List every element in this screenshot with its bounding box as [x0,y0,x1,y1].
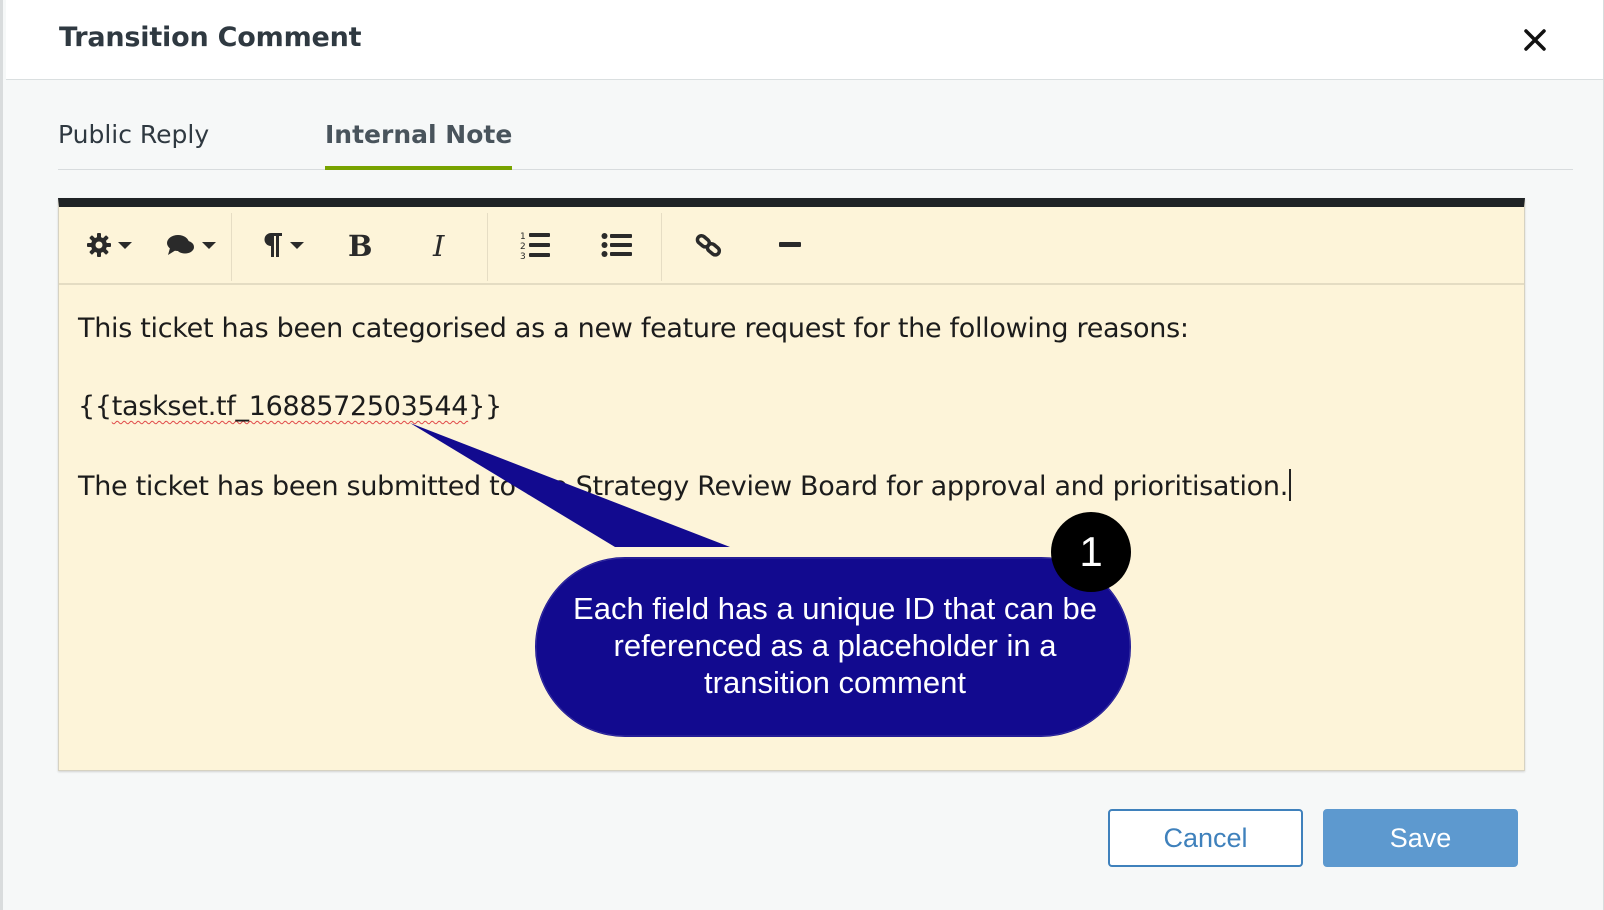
comment-line: This ticket has been categorised as a ne… [78,313,1189,344]
unordered-list-button[interactable] [597,225,637,265]
comment-line: The ticket has been submitted to the Str… [78,469,1291,502]
svg-text:2: 2 [520,242,526,252]
toolbar-divider [231,213,232,281]
unordered-list-icon [601,233,632,257]
transition-comment-dialog: Transition Comment Public Reply Internal… [0,0,1604,910]
ordered-list-icon: 1 2 3 [520,232,550,260]
dialog-header: Transition Comment [6,0,1603,80]
gear-icon [87,233,111,257]
link-icon [695,233,722,257]
placeholder-close-braces: }} [468,391,502,422]
svg-text:1: 1 [520,232,526,242]
dialog-title: Transition Comment [59,22,362,53]
chevron-down-icon [118,241,132,249]
paragraph-icon [264,233,282,257]
settings-dropdown-button[interactable] [81,225,137,265]
cancel-button[interactable]: Cancel [1108,809,1303,867]
toolbar-divider [661,213,662,281]
paragraph-dropdown-button[interactable] [255,225,311,265]
toolbar-divider [487,213,488,281]
svg-text:3: 3 [520,252,526,260]
close-button[interactable] [1515,20,1555,60]
editor-toolbar: B I 1 2 3 [59,207,1524,285]
comment-editor[interactable]: B I 1 2 3 This ticket has been categoris… [58,198,1525,771]
horizontal-rule-button[interactable] [771,225,811,265]
italic-icon: I [432,230,445,260]
placeholder-open-braces: {{ [78,391,112,422]
tab-public-reply[interactable]: Public Reply [58,120,209,170]
bold-icon: B [348,230,372,260]
comments-dropdown-button[interactable] [161,225,221,265]
svg-text:B: B [348,230,372,260]
horizontal-rule-icon [779,242,801,247]
close-icon [1524,29,1546,51]
placeholder-line: {{taskset.tf_1688572503544}} [78,391,502,422]
italic-button[interactable]: I [423,225,459,265]
placeholder-field-id: taskset.tf_1688572503544 [111,391,469,422]
bold-button[interactable]: B [339,225,379,265]
tab-internal-note[interactable]: Internal Note [325,120,513,170]
insert-link-button[interactable] [689,225,729,265]
save-button[interactable]: Save [1323,809,1518,867]
comment-type-tabs: Public Reply Internal Note [58,110,1573,170]
text-cursor [1288,469,1291,501]
svg-text:I: I [432,230,445,260]
chevron-down-icon [290,241,304,249]
comments-icon [167,235,194,255]
comment-line-text: The ticket has been submitted to the Str… [78,471,1288,502]
ordered-list-button[interactable]: 1 2 3 [515,225,555,265]
chevron-down-icon [202,241,216,249]
